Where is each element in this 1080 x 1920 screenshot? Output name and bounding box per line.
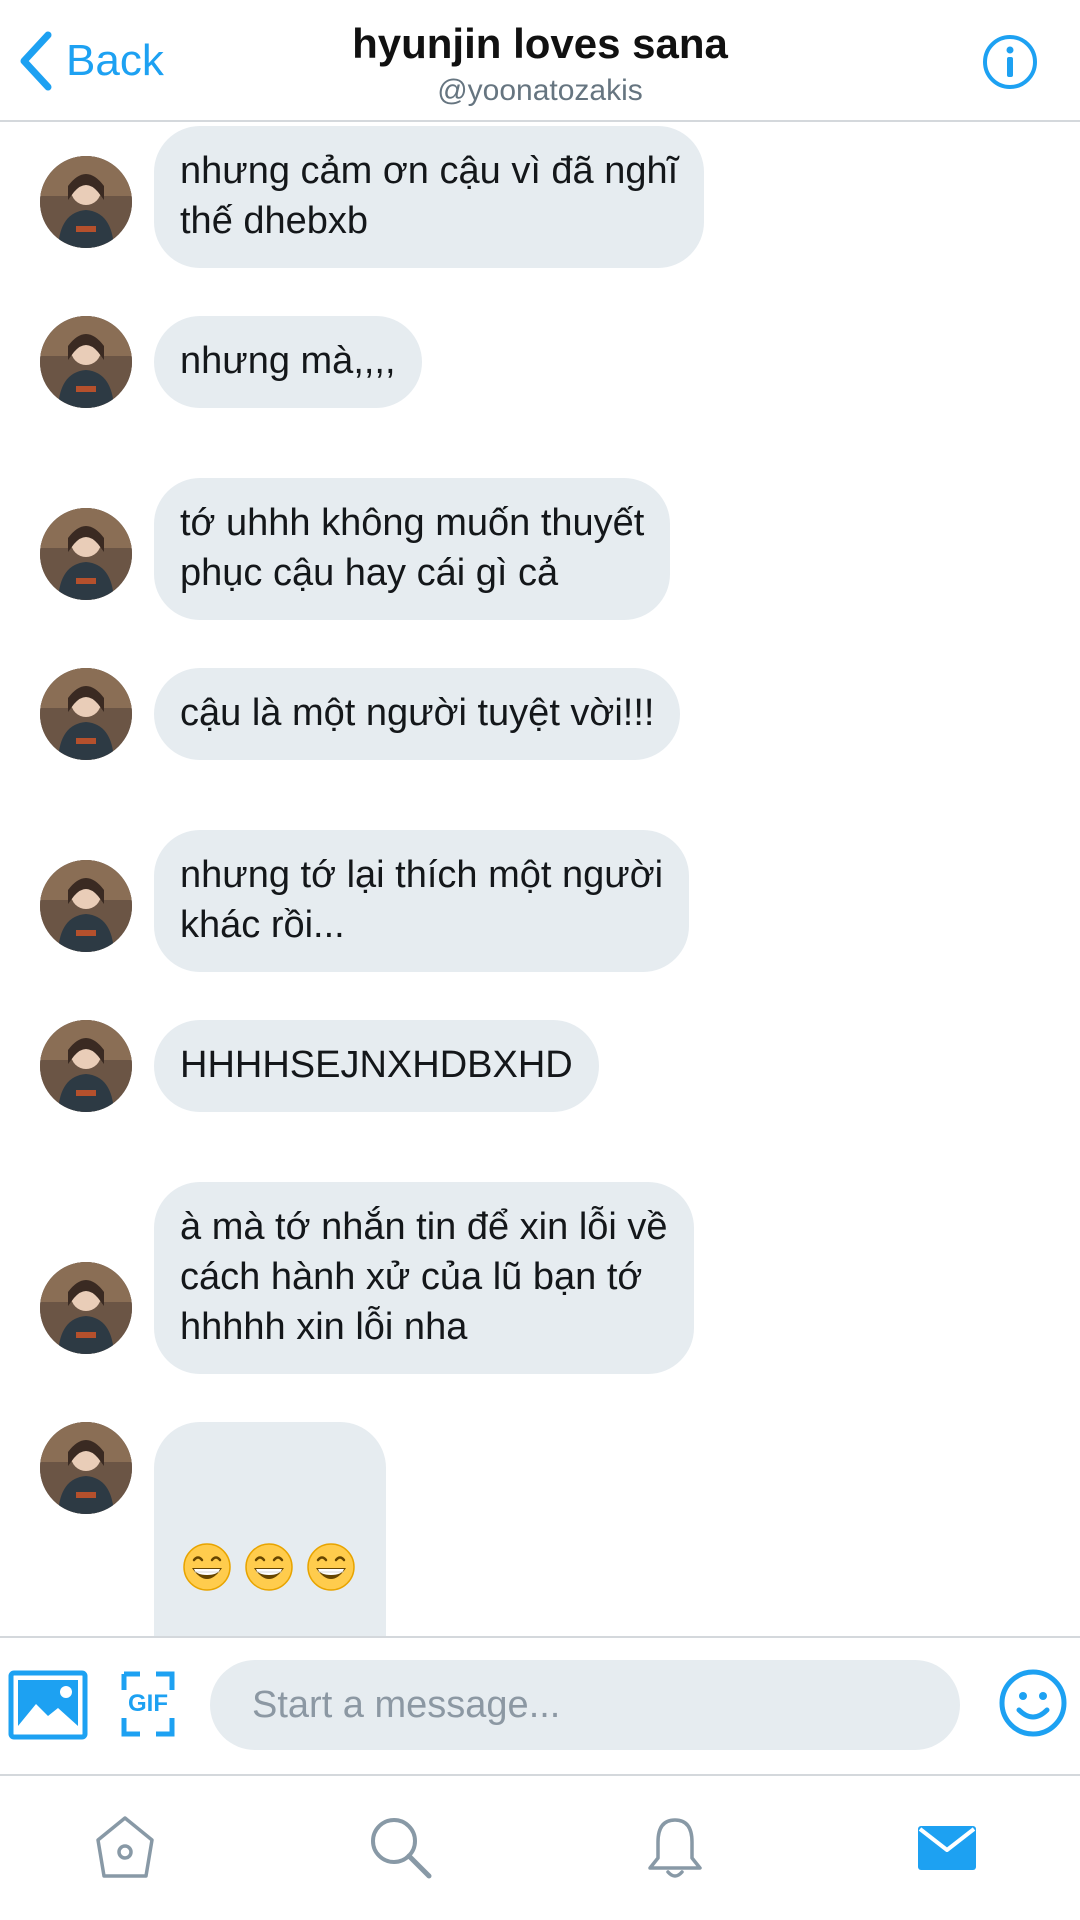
message-bubble[interactable]: nhưng tớ lại thích một người khác rồi... <box>154 830 690 972</box>
message-bubble[interactable]: nhưng mà,,,, <box>154 316 422 408</box>
message-input[interactable] <box>210 1660 960 1750</box>
search-icon <box>365 1812 435 1882</box>
message-list[interactable]: nhưng cảm ơn cậu vì đã nghĩ thế dhebxb n… <box>0 124 1080 1708</box>
sender-avatar[interactable] <box>40 1262 132 1354</box>
message-bubble[interactable]: nhưng cảm ơn cậu vì đã nghĩ thế dhebxb <box>154 126 705 268</box>
conversation-title: hyunjin loves sana <box>352 20 728 67</box>
conversation-header: Back hyunjin loves sana @yoonatozakis <box>0 0 1080 122</box>
info-button[interactable] <box>982 34 1038 90</box>
emoji-group <box>182 1486 356 1642</box>
message-bubble[interactable]: HHHHSEJNXHDBXHD <box>154 1020 599 1112</box>
message-bubble[interactable]: à mà tớ nhắn tin để xin lỗi về cách hành… <box>154 1182 694 1374</box>
tab-messages[interactable] <box>912 1812 982 1882</box>
sender-avatar[interactable] <box>40 316 132 408</box>
grinning-face-emoji-icon <box>244 1492 294 1642</box>
info-icon <box>982 34 1038 90</box>
bell-icon <box>640 1812 710 1882</box>
emoji-picker-button[interactable] <box>998 1668 1068 1738</box>
tab-search[interactable] <box>365 1812 435 1882</box>
bottom-tab-bar <box>0 1776 1080 1920</box>
sender-avatar[interactable] <box>40 1020 132 1112</box>
message-bubble[interactable]: tớ uhhh không muốn thuyết phục cậu hay c… <box>154 478 671 620</box>
tab-notifications[interactable] <box>640 1812 710 1882</box>
grinning-face-emoji-icon <box>182 1492 232 1642</box>
conversation-handle: @yoonatozakis <box>437 74 643 107</box>
sender-avatar[interactable] <box>40 156 132 248</box>
add-photo-button[interactable] <box>8 1670 88 1740</box>
sender-avatar[interactable] <box>40 508 132 600</box>
message-bubble[interactable]: cậu là một người tuyệt vời!!! <box>154 668 681 760</box>
tab-home[interactable] <box>90 1812 160 1882</box>
sender-avatar[interactable] <box>40 668 132 760</box>
add-gif-button[interactable]: GIF <box>120 1670 176 1738</box>
image-icon <box>8 1670 88 1740</box>
message-composer: GIF <box>0 1636 1080 1776</box>
grinning-face-emoji-icon <box>306 1492 356 1642</box>
mail-icon <box>912 1812 982 1882</box>
dm-conversation-screen: Back hyunjin loves sana @yoonatozakis nh… <box>0 0 1080 1920</box>
gif-label: GIF <box>128 1690 168 1717</box>
sender-avatar[interactable] <box>40 860 132 952</box>
smiley-icon <box>998 1668 1068 1738</box>
sender-avatar[interactable] <box>40 1422 132 1514</box>
home-icon <box>90 1812 160 1882</box>
